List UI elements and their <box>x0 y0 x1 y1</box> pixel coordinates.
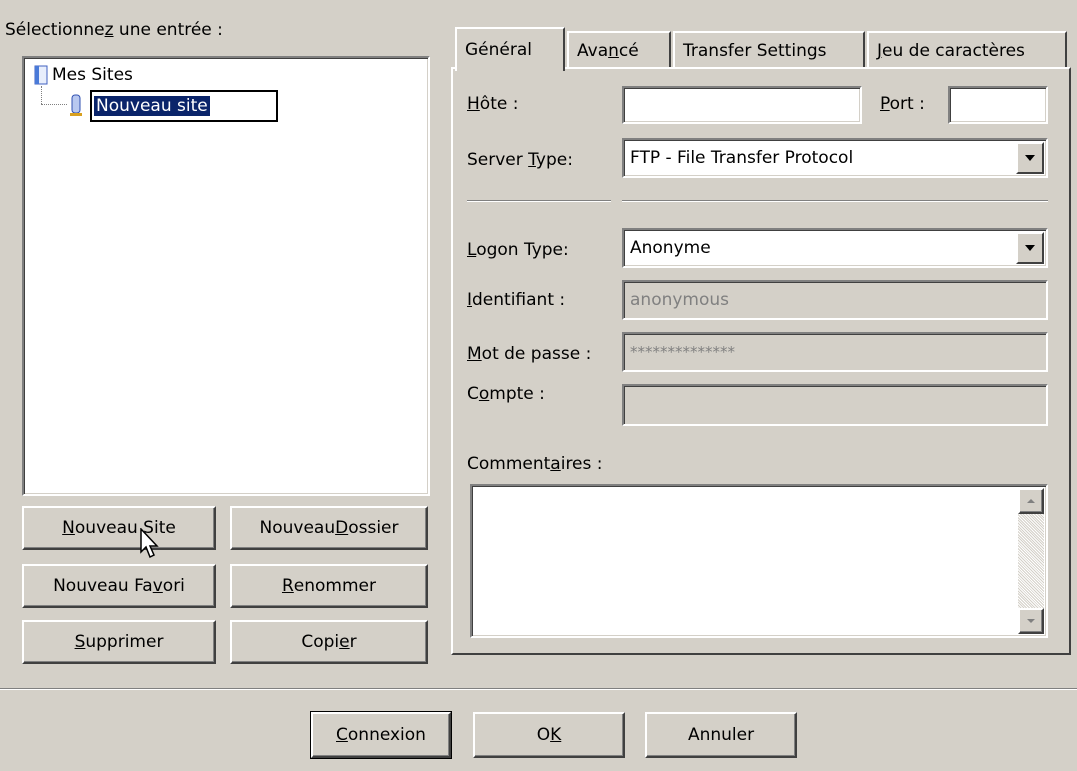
delete-button[interactable]: Supprimer <box>22 620 216 664</box>
mouse-pointer-icon <box>140 527 162 567</box>
comments-label: Commentaires : <box>467 454 603 474</box>
site-icon <box>70 94 82 118</box>
server-type-select[interactable]: FTP - File Transfer Protocol <box>622 138 1048 178</box>
rename-button[interactable]: Renommer <box>230 564 428 608</box>
divider <box>0 688 1077 690</box>
host-input[interactable] <box>622 86 862 124</box>
port-label: Port : <box>880 94 925 114</box>
rename-site-input[interactable]: Nouveau site <box>90 90 278 122</box>
scrollbar[interactable] <box>1018 488 1044 634</box>
logon-type-select[interactable]: Anonyme <box>622 228 1048 268</box>
password-label: Mot de passe : <box>467 344 592 364</box>
account-input[interactable] <box>622 384 1048 426</box>
password-input[interactable]: ************** <box>622 332 1048 372</box>
tree-line <box>41 86 42 104</box>
connect-button[interactable]: Connexion <box>310 711 452 759</box>
select-entry-label: Sélectionnez une entrée : <box>5 20 223 40</box>
copy-button[interactable]: Copi e r <box>230 620 428 664</box>
chevron-down-icon[interactable] <box>1016 142 1044 174</box>
site-tree[interactable]: Mes Sites Nouveau site <box>22 56 430 496</box>
chevron-down-icon[interactable] <box>1016 232 1044 264</box>
tree-root-item[interactable]: Mes Sites <box>34 64 133 86</box>
tab-advanced[interactable]: Ava n cé <box>567 31 671 69</box>
tree-root-label: Mes Sites <box>52 65 133 85</box>
new-site-button[interactable]: Nouveau Site <box>22 506 216 550</box>
account-label: Compte : <box>467 384 545 404</box>
divider <box>467 200 611 202</box>
tab-charset[interactable]: Jeu de caractères <box>867 31 1067 69</box>
host-label: Hôte : <box>467 94 519 114</box>
logon-type-label: Logon Type: <box>467 240 569 260</box>
tree-line <box>41 104 67 105</box>
scroll-up-icon[interactable] <box>1018 488 1044 514</box>
server-type-label: Server Type: <box>467 150 573 170</box>
folder-blue-icon <box>34 65 48 85</box>
user-label: Identifiant : <box>467 290 566 310</box>
cancel-button[interactable]: Annuler <box>645 712 797 758</box>
tree-child-item[interactable]: Nouveau site <box>70 90 278 122</box>
scroll-down-icon[interactable] <box>1018 608 1044 634</box>
divider <box>622 200 1048 202</box>
tab-transfer-settings[interactable]: Transfer Settings <box>673 31 865 69</box>
comments-textarea[interactable] <box>470 484 1048 638</box>
tab-general[interactable]: Général <box>455 27 565 71</box>
port-input[interactable] <box>948 86 1048 124</box>
user-input[interactable]: anonymous <box>622 280 1048 320</box>
ok-button[interactable]: OK <box>473 712 625 758</box>
new-folder-button[interactable]: Nouveau Dossier <box>230 506 428 550</box>
rename-site-text: Nouveau site <box>94 96 210 116</box>
new-favorite-button[interactable]: Nouveau Fa v ori <box>22 564 216 608</box>
